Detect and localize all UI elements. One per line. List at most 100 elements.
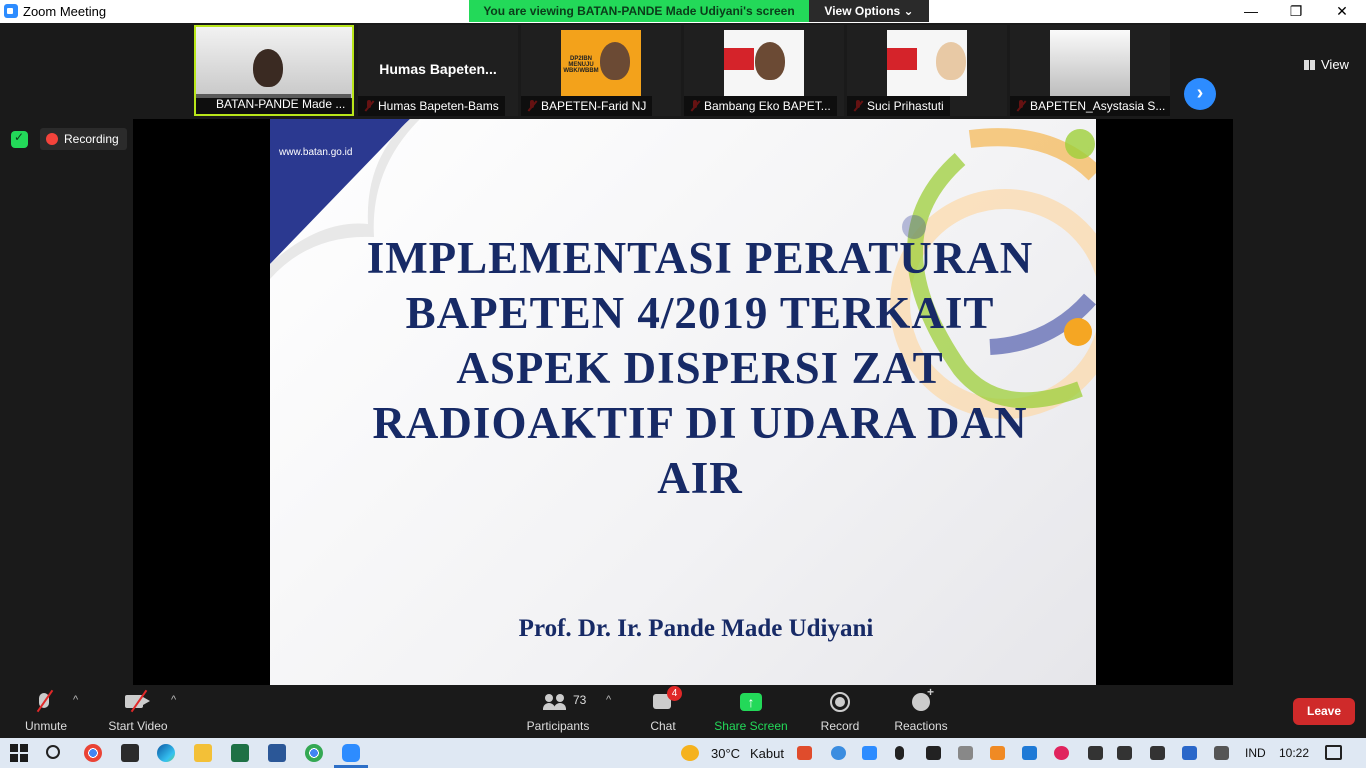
participants-count: 73 — [573, 693, 587, 707]
pen-icon[interactable] — [1214, 746, 1229, 760]
maximize-button[interactable]: ❐ — [1273, 0, 1319, 23]
participant-name: Bambang Eko BAPET... — [684, 96, 837, 116]
gallery-next-page-button[interactable]: › — [1184, 78, 1216, 110]
minimize-button[interactable]: — — [1228, 0, 1274, 23]
task-view-icon[interactable] — [121, 744, 139, 762]
slide-url: www.batan.go.id — [279, 147, 353, 158]
chat-unread-badge: 4 — [667, 686, 682, 701]
video-tile-farid[interactable]: DP2IBN MENUJU WBK/WBBM BAPETEN-Farid NJ — [521, 25, 681, 116]
search-icon[interactable] — [46, 745, 60, 759]
participants-options-caret[interactable]: ^ — [606, 694, 611, 706]
wifi-icon[interactable] — [1088, 746, 1103, 760]
participant-face — [755, 42, 786, 80]
close-button[interactable]: ✕ — [1319, 0, 1365, 23]
flag-decoration — [887, 48, 917, 70]
participants-label: Participants — [526, 719, 590, 733]
dropbox-icon[interactable] — [1182, 746, 1197, 760]
slide-title: IMPLEMENTASI PERATURAN BAPETEN 4/2019 TE… — [366, 233, 1034, 503]
chrome-icon[interactable] — [84, 744, 102, 762]
unmute-label: Unmute — [24, 719, 68, 733]
excel-icon[interactable] — [231, 744, 249, 762]
share-screen-icon: ↑ — [740, 693, 762, 711]
record-button[interactable]: Record — [812, 690, 868, 733]
video-tile-suci[interactable]: Suci Prihastuti — [847, 25, 1007, 116]
share-banner: You are viewing BATAN-PANDE Made Udiyani… — [469, 0, 929, 22]
participant-face — [936, 42, 966, 80]
tray-teamviewer-icon[interactable] — [1022, 746, 1037, 760]
participant-name: Suci Prihastuti — [847, 96, 950, 116]
video-tile-asystasia[interactable]: BAPETEN_Asystasia S... — [1010, 25, 1170, 116]
flag-decoration — [724, 48, 754, 70]
tray-sync-icon[interactable] — [831, 746, 846, 760]
unmute-button[interactable]: Unmute — [20, 689, 72, 733]
tray-printer-icon[interactable] — [958, 746, 973, 760]
chat-label: Chat — [650, 719, 676, 733]
notification-center-icon[interactable] — [1325, 745, 1342, 760]
video-tile-bambang-eko[interactable]: Bambang Eko BAPET... — [684, 25, 844, 116]
grid-view-icon — [1304, 60, 1315, 70]
edge-icon[interactable] — [157, 744, 175, 762]
thumbnail-banner-text: DP2IBN MENUJU WBK/WBBM — [563, 56, 599, 74]
participant-face — [253, 49, 283, 87]
participant-name: BAPETEN-Farid NJ — [521, 96, 653, 116]
windows-start-icon[interactable] — [10, 744, 28, 762]
share-screen-button[interactable]: ↑ Share Screen — [712, 690, 790, 733]
title-bar: Zoom Meeting You are viewing BATAN-PANDE… — [0, 0, 1366, 23]
tray-app-icon[interactable] — [797, 746, 812, 760]
input-language[interactable]: IND — [1245, 746, 1266, 760]
weather-temperature[interactable]: 30°C — [711, 746, 740, 761]
record-label: Record — [820, 719, 860, 733]
video-tile-humas-bapeten[interactable]: Humas Bapeten... Humas Bapeten-Bams — [358, 25, 518, 116]
tray-zoom-icon[interactable] — [862, 746, 877, 760]
video-thumbnail — [1050, 30, 1130, 96]
window-title: Zoom Meeting — [23, 4, 107, 19]
battery-icon[interactable] — [1150, 746, 1165, 760]
start-video-button[interactable]: Start Video — [104, 689, 172, 733]
recording-indicator[interactable]: Recording — [40, 128, 127, 150]
tray-app-circle-icon[interactable] — [1054, 746, 1069, 760]
participant-name: BAPETEN_Asystasia S... — [1010, 96, 1170, 116]
video-options-caret[interactable]: ^ — [171, 694, 176, 706]
presentation-slide: www.batan.go.id IMPLEMENTASI PERATURAN B… — [270, 119, 1096, 685]
chrome-profile-icon[interactable] — [305, 744, 323, 762]
weather-condition[interactable]: Kabut — [750, 746, 784, 761]
participant-face — [600, 42, 631, 80]
view-label: View — [1321, 57, 1349, 72]
word-icon[interactable] — [268, 744, 286, 762]
audio-options-caret[interactable]: ^ — [73, 694, 78, 706]
windows-taskbar: 30°C Kabut IND 10:22 — [0, 738, 1366, 768]
view-button[interactable]: View — [1304, 57, 1349, 72]
weather-icon[interactable] — [681, 745, 699, 761]
participants-icon — [543, 694, 567, 710]
recording-dot-icon — [46, 133, 58, 145]
reactions-button[interactable]: Reactions — [890, 685, 952, 733]
zoom-app-icon — [4, 4, 18, 18]
file-explorer-icon[interactable] — [194, 744, 212, 762]
shared-screen-area[interactable]: www.batan.go.id IMPLEMENTASI PERATURAN B… — [133, 119, 1233, 685]
start-video-label: Start Video — [108, 719, 168, 733]
tray-avast-icon[interactable] — [990, 746, 1005, 760]
volume-icon[interactable] — [1117, 746, 1132, 760]
video-thumbnail — [724, 30, 804, 96]
leave-button[interactable]: Leave — [1293, 698, 1355, 725]
meeting-toolbar: Unmute ^ Start Video ^ 73 Participants ^… — [0, 685, 1366, 738]
chat-button[interactable]: 4 Chat — [640, 686, 686, 733]
participants-button[interactable]: 73 Participants — [523, 690, 593, 733]
tray-microphone-icon[interactable] — [895, 746, 904, 760]
reactions-label: Reactions — [894, 719, 948, 733]
participant-name: Humas Bapeten-Bams — [358, 96, 505, 116]
system-clock[interactable]: 10:22 — [1279, 746, 1309, 760]
tray-security-icon[interactable] — [926, 746, 941, 760]
participant-name: BATAN-PANDE Made ... — [196, 94, 352, 114]
view-options-button[interactable]: View Options ⌄ — [809, 0, 929, 22]
shield-check-icon[interactable] — [11, 130, 28, 148]
share-screen-label: Share Screen — [714, 719, 788, 733]
recording-label: Recording — [64, 132, 119, 146]
video-tile-batan-pande[interactable]: BATAN-PANDE Made ... — [194, 25, 354, 116]
reaction-smiley-icon — [912, 685, 934, 711]
viewing-screen-notice: You are viewing BATAN-PANDE Made Udiyani… — [469, 0, 809, 22]
slide-author: Prof. Dr. Ir. Pande Made Udiyani — [518, 615, 874, 642]
zoom-taskbar-icon[interactable] — [342, 744, 360, 762]
participant-display-name: Humas Bapeten... — [379, 61, 497, 77]
zoom-meeting-window: Zoom Meeting You are viewing BATAN-PANDE… — [0, 0, 1366, 768]
